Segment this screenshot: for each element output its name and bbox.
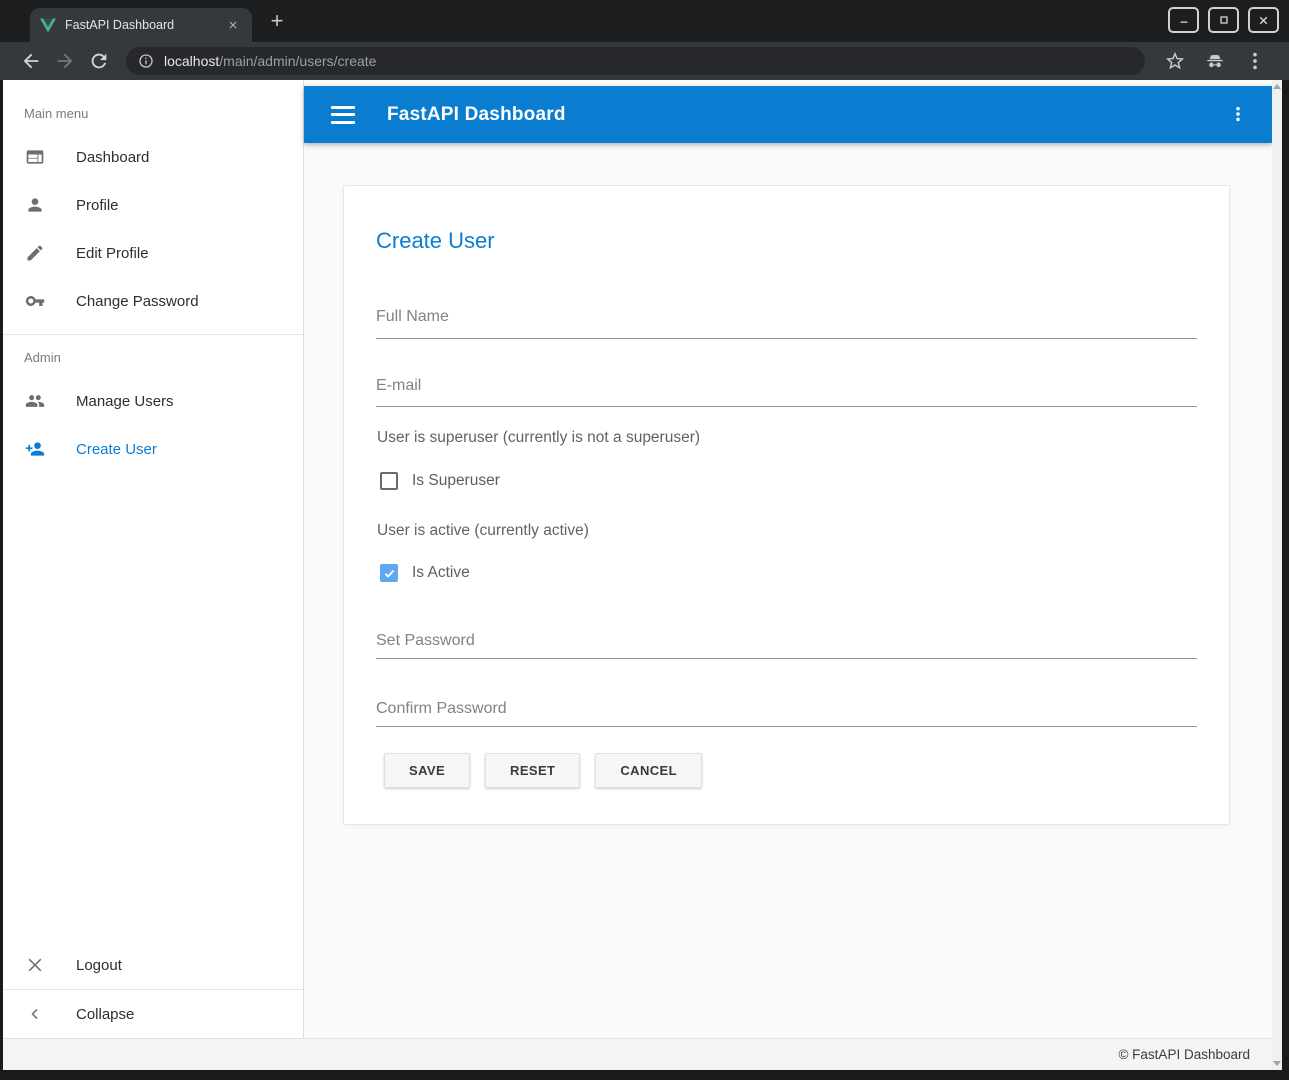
sidebar-divider xyxy=(3,334,303,335)
page-scrollbar[interactable] xyxy=(1272,80,1282,1070)
set-password-field[interactable]: Set Password xyxy=(376,632,475,650)
maximize-button[interactable] xyxy=(1208,7,1239,33)
sidebar-item-label: Logout xyxy=(76,957,122,974)
confirm-password-field[interactable]: Confirm Password xyxy=(376,700,507,718)
person-icon xyxy=(25,195,45,215)
site-info-icon[interactable] xyxy=(138,53,154,69)
tab-close-icon[interactable] xyxy=(224,16,242,34)
email-underline xyxy=(376,406,1197,407)
app-title: FastAPI Dashboard xyxy=(387,104,566,126)
is-superuser-checkbox-row[interactable]: Is Superuser xyxy=(380,472,500,490)
sidebar-item-create-user[interactable]: Create User xyxy=(3,425,303,473)
save-button[interactable]: SAVE xyxy=(384,753,470,788)
dashboard-icon xyxy=(25,147,45,167)
sidebar-item-edit-profile[interactable]: Edit Profile xyxy=(3,229,303,277)
reset-button[interactable]: RESET xyxy=(485,753,580,788)
sidebar-item-label: Profile xyxy=(76,197,119,214)
app-header: FastAPI Dashboard xyxy=(304,86,1272,143)
url-path: /main/admin/users/create xyxy=(219,53,376,69)
bookmark-star-icon[interactable] xyxy=(1164,50,1186,72)
sidebar-item-profile[interactable]: Profile xyxy=(3,181,303,229)
sidebar-item-label: Create User xyxy=(76,441,157,458)
new-tab-button[interactable]: + xyxy=(262,6,292,36)
chevron-left-icon xyxy=(25,1004,45,1024)
back-icon[interactable] xyxy=(20,50,42,72)
person-add-icon xyxy=(25,439,45,459)
browser-titlebar: FastAPI Dashboard + xyxy=(0,0,1289,42)
is-active-checkbox-row[interactable]: Is Active xyxy=(380,564,470,582)
app-footer: © FastAPI Dashboard xyxy=(3,1038,1272,1070)
sidebar-item-label: Manage Users xyxy=(76,393,174,410)
sidebar-item-label: Dashboard xyxy=(76,149,149,166)
set-password-underline xyxy=(376,658,1197,659)
sidebar: Main menu Dashboard Profile Edit Profile… xyxy=(3,80,304,1038)
sidebar-item-label: Collapse xyxy=(76,1006,134,1023)
sidebar-item-change-password[interactable]: Change Password xyxy=(3,277,303,325)
incognito-icon xyxy=(1204,50,1226,72)
vue-logo-icon xyxy=(40,18,56,33)
full-name-underline xyxy=(376,338,1197,339)
confirm-password-underline xyxy=(376,726,1197,727)
page-viewport: Main menu Dashboard Profile Edit Profile… xyxy=(3,80,1282,1070)
active-hint: User is active (currently active) xyxy=(377,522,589,540)
email-field[interactable]: E-mail xyxy=(376,377,421,395)
url-host: localhost xyxy=(164,53,219,69)
scrollbar-up-arrow-icon[interactable] xyxy=(1273,84,1281,89)
checkbox-label: Is Superuser xyxy=(412,472,500,490)
close-x-icon xyxy=(25,955,45,975)
close-button[interactable] xyxy=(1248,7,1279,33)
page-title: Create User xyxy=(376,228,495,254)
sidebar-item-manage-users[interactable]: Manage Users xyxy=(3,377,303,425)
sidebar-item-logout[interactable]: Logout xyxy=(3,941,303,989)
sidebar-section-main-menu: Main menu xyxy=(24,106,303,121)
checkbox-checked-icon[interactable] xyxy=(380,564,398,582)
full-name-field[interactable]: Full Name xyxy=(376,308,449,326)
superuser-hint: User is superuser (currently is not a su… xyxy=(377,429,700,447)
sidebar-section-admin: Admin xyxy=(24,350,303,365)
hamburger-menu-icon[interactable] xyxy=(331,106,355,124)
sidebar-item-label: Edit Profile xyxy=(76,245,149,262)
form-buttons: SAVE RESET CANCEL xyxy=(384,753,702,788)
group-icon xyxy=(25,391,45,411)
footer-copyright: © FastAPI Dashboard xyxy=(1118,1047,1250,1062)
key-icon xyxy=(25,291,45,311)
checkbox-label: Is Active xyxy=(412,564,470,582)
header-menu-icon[interactable] xyxy=(1228,104,1248,126)
sidebar-spacer xyxy=(3,473,303,941)
cancel-button[interactable]: CANCEL xyxy=(595,753,702,788)
checkbox-unchecked-icon[interactable] xyxy=(380,472,398,490)
pencil-icon xyxy=(25,243,45,263)
address-bar[interactable]: localhost /main/admin/users/create xyxy=(126,47,1145,75)
browser-tab[interactable]: FastAPI Dashboard xyxy=(30,8,252,42)
browser-toolbar: localhost /main/admin/users/create xyxy=(0,42,1289,80)
sidebar-item-dashboard[interactable]: Dashboard xyxy=(3,133,303,181)
sidebar-item-collapse[interactable]: Collapse xyxy=(3,990,303,1038)
window-controls xyxy=(1168,7,1279,33)
tab-title: FastAPI Dashboard xyxy=(65,18,224,32)
browser-menu-icon[interactable] xyxy=(1244,50,1266,72)
reload-icon[interactable] xyxy=(88,50,110,72)
minimize-button[interactable] xyxy=(1168,7,1199,33)
sidebar-item-label: Change Password xyxy=(76,293,199,310)
scrollbar-down-arrow-icon[interactable] xyxy=(1273,1061,1281,1066)
create-user-card: Create User Full Name E-mail User is sup… xyxy=(343,185,1230,825)
forward-icon[interactable] xyxy=(54,50,76,72)
